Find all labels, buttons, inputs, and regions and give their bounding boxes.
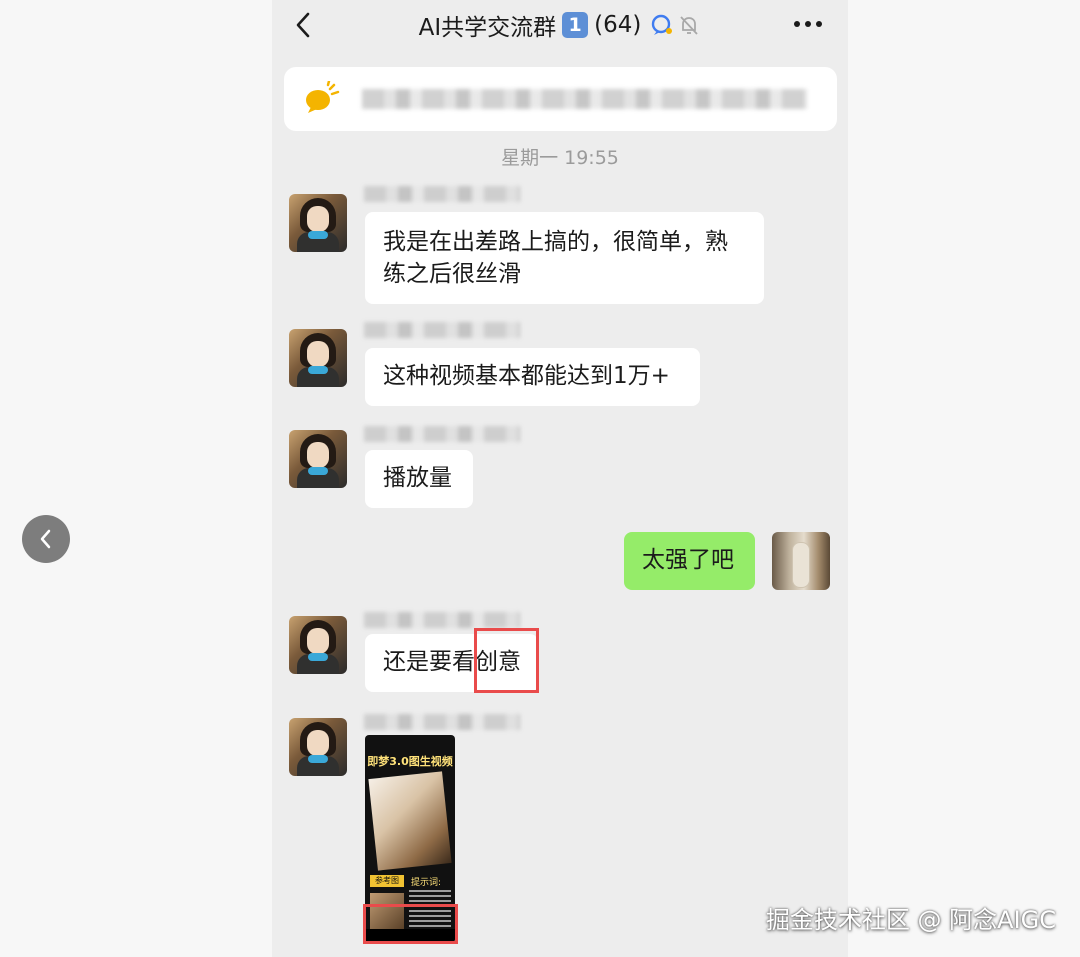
sender-avatar[interactable] xyxy=(289,718,347,776)
member-count: (64) xyxy=(594,12,642,38)
notice-text-blurred xyxy=(362,89,807,109)
sender-name-blurred xyxy=(364,426,520,442)
sender-name-blurred xyxy=(364,186,520,202)
sender-avatar[interactable] xyxy=(289,329,347,387)
chat-title: AI共学交流群 xyxy=(418,15,557,41)
group-notice[interactable] xyxy=(284,67,837,131)
sender-avatar[interactable] xyxy=(289,194,347,252)
message-bubble[interactable]: 我是在出差路上搞的，很简单，熟练之后很丝滑 xyxy=(365,212,764,304)
prev-page-button[interactable] xyxy=(22,515,70,563)
prompt-label: 提示词: xyxy=(411,878,442,888)
chat-header: AI共学交流群 1 (64) xyxy=(272,0,848,52)
my-avatar[interactable] xyxy=(772,532,830,590)
sender-name-blurred xyxy=(364,714,520,730)
video-caption: 即梦3.0图生视频 xyxy=(367,755,453,768)
chat-screen: AI共学交流群 1 (64) 星期一 19:55 我是在出差路上搞的，很简单，熟… xyxy=(272,0,848,957)
video-thumbnail xyxy=(368,771,452,871)
highlight-box xyxy=(363,904,458,944)
sender-avatar[interactable] xyxy=(289,616,347,674)
group-badge: 1 xyxy=(562,12,589,38)
message-timestamp: 星期一 19:55 xyxy=(501,147,619,169)
reference-tag: 参考图 xyxy=(370,875,404,887)
prev-chevron-icon xyxy=(40,529,51,549)
my-message-bubble[interactable]: 太强了吧 xyxy=(624,532,755,590)
megaphone-icon xyxy=(306,81,340,113)
sender-name-blurred xyxy=(364,612,520,628)
message-bubble[interactable]: 这种视频基本都能达到1万+ xyxy=(365,348,700,406)
chat-bubble-icon xyxy=(652,14,673,35)
mute-bell-icon xyxy=(680,16,699,35)
sender-avatar[interactable] xyxy=(289,430,347,488)
more-button[interactable] xyxy=(792,12,824,36)
message-bubble[interactable]: 播放量 xyxy=(365,450,473,508)
sender-name-blurred xyxy=(364,322,520,338)
more-dots-icon xyxy=(794,21,822,27)
chat-title-area[interactable]: AI共学交流群 1 (64) xyxy=(272,8,848,42)
message-text: 还是要看 xyxy=(383,649,475,675)
watermark: 掘金技术社区 @ 阿念AIGC xyxy=(765,906,1056,934)
highlight-box xyxy=(474,628,539,693)
